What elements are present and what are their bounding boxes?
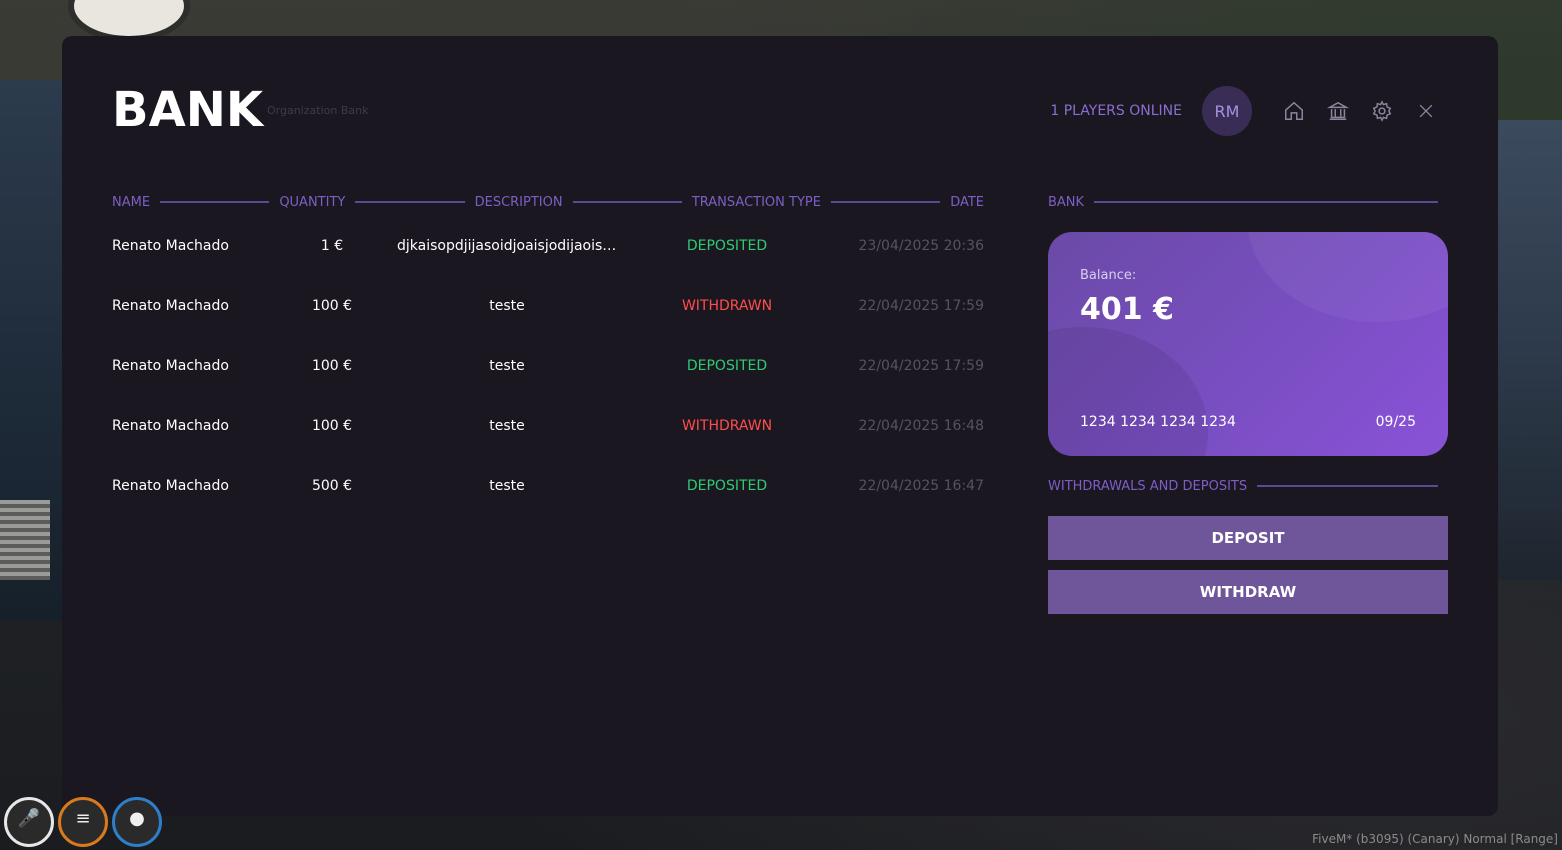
actions-section-header: WITHDRAWALS AND DEPOSITS <box>1048 476 1448 496</box>
actions-heading: WITHDRAWALS AND DEPOSITS <box>1048 478 1248 494</box>
bank-icon[interactable] <box>1326 99 1350 123</box>
close-icon[interactable] <box>1414 99 1438 123</box>
row-quantity: 100 € <box>311 418 353 434</box>
row-type: DEPOSITED <box>686 478 768 494</box>
transactions-list: Renato Machado 1 € djkaisopdjijasoidjoai… <box>112 226 984 526</box>
row-date: 22/04/2025 16:47 <box>858 478 985 494</box>
gear-icon[interactable] <box>1370 99 1394 123</box>
background-vent <box>0 500 50 580</box>
row-date: 22/04/2025 17:59 <box>858 358 985 374</box>
table-row: Renato Machado 100 € teste WITHDRAWN 22/… <box>112 286 984 346</box>
row-description: djkaisopdjijasoidjoaisjodijaoisjdio... <box>397 238 617 254</box>
row-date: 22/04/2025 16:48 <box>858 418 985 434</box>
row-description: teste <box>489 298 525 314</box>
bank-card: Balance: 401 € 1234 1234 1234 1234 09/25 <box>1048 232 1448 456</box>
card-expiry: 09/25 <box>1375 414 1416 430</box>
row-description: teste <box>489 418 525 434</box>
card-decoration <box>1248 232 1448 322</box>
divider <box>355 201 465 203</box>
page-title: BANK <box>112 82 264 138</box>
row-name: Renato Machado <box>112 298 229 314</box>
row-name: Renato Machado <box>112 358 229 374</box>
divider <box>1257 485 1438 487</box>
microphone-icon: 🎤 <box>4 797 54 847</box>
divider <box>572 201 682 203</box>
row-name: Renato Machado <box>112 238 229 254</box>
column-transaction-type: TRANSACTION TYPE <box>691 194 821 210</box>
balance-label: Balance: <box>1080 268 1137 283</box>
row-quantity: 100 € <box>311 358 353 374</box>
client-watermark: FiveM* (b3095) (Canary) Normal [Range] <box>1312 832 1558 846</box>
table-row: Renato Machado 500 € teste DEPOSITED 22/… <box>112 466 984 526</box>
background-wall-right <box>1498 120 1562 580</box>
row-type: DEPOSITED <box>686 358 768 374</box>
row-date: 22/04/2025 17:59 <box>858 298 985 314</box>
row-description: teste <box>489 478 525 494</box>
column-quantity: QUANTITY <box>279 194 346 210</box>
row-quantity: 100 € <box>311 298 353 314</box>
column-date: DATE <box>950 194 985 210</box>
avatar[interactable]: RM <box>1202 86 1252 136</box>
row-description: teste <box>489 358 525 374</box>
water-icon: ● <box>112 797 162 847</box>
table-row: Renato Machado 100 € teste DEPOSITED 22/… <box>112 346 984 406</box>
divider <box>1094 201 1438 203</box>
transactions-header: NAME QUANTITY DESCRIPTION TRANSACTION TY… <box>112 192 984 212</box>
column-description: DESCRIPTION <box>474 194 563 210</box>
table-row: Renato Machado 1 € djkaisopdjijasoidjoai… <box>112 226 984 286</box>
card-decoration <box>1048 327 1208 456</box>
row-quantity: 500 € <box>311 478 353 494</box>
row-type: DEPOSITED <box>686 238 768 254</box>
player-hud: 🎤 ≡ ● <box>0 797 162 850</box>
divider <box>830 201 941 203</box>
players-online: 1 PLAYERS ONLINE <box>1050 103 1182 119</box>
bank-heading: BANK <box>1048 194 1085 210</box>
table-row: Renato Machado 100 € teste WITHDRAWN 22/… <box>112 406 984 466</box>
header-toolbar: 1 PLAYERS ONLINE RM <box>1050 86 1448 136</box>
deposit-button[interactable]: DEPOSIT <box>1048 516 1448 560</box>
column-name: NAME <box>112 194 151 210</box>
page-subtitle: Organization Bank <box>267 104 369 117</box>
divider <box>160 201 270 203</box>
home-icon[interactable] <box>1282 99 1306 123</box>
bank-modal: BANK Organization Bank 1 PLAYERS ONLINE … <box>62 36 1498 816</box>
row-date: 23/04/2025 20:36 <box>858 238 985 254</box>
food-icon: ≡ <box>58 797 108 847</box>
balance-value: 401 € <box>1080 292 1174 327</box>
row-quantity: 1 € <box>320 238 344 254</box>
row-type: WITHDRAWN <box>681 298 773 314</box>
withdraw-button[interactable]: WITHDRAW <box>1048 570 1448 614</box>
row-name: Renato Machado <box>112 478 229 494</box>
row-name: Renato Machado <box>112 418 229 434</box>
bank-section-header: BANK <box>1048 192 1448 212</box>
row-type: WITHDRAWN <box>681 418 773 434</box>
card-number: 1234 1234 1234 1234 <box>1080 414 1236 430</box>
